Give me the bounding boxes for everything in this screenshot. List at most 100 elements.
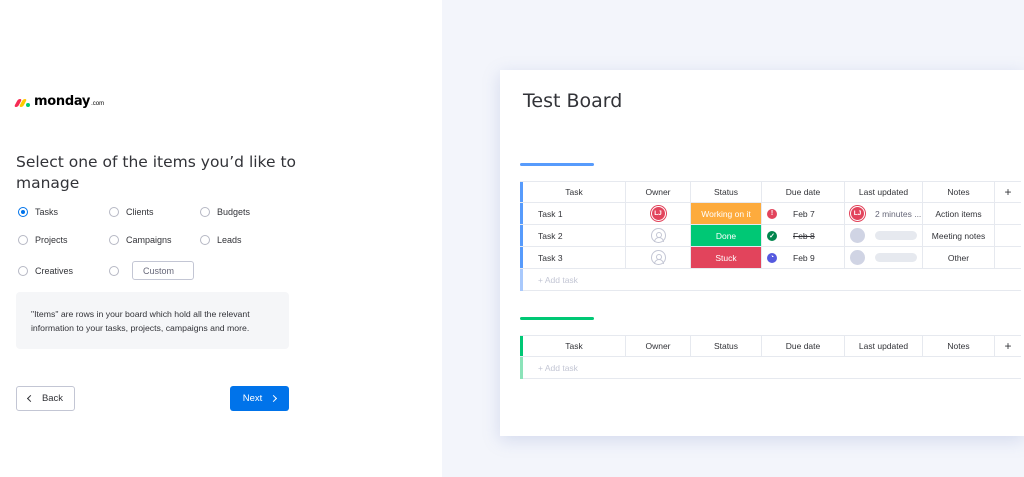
task-name[interactable]: Task 2 (523, 225, 626, 246)
clock-icon: ◔ (767, 252, 777, 263)
last-updated-cell (845, 247, 923, 268)
owner-cell[interactable] (626, 247, 691, 268)
last-updated-cell: LJ 2 minutes ... (845, 203, 923, 224)
due-date: Feb 8 (793, 230, 815, 241)
option-creatives[interactable]: Creatives (18, 266, 73, 276)
col-header-notes: Notes (923, 336, 995, 356)
due-date-cell[interactable]: ! Feb 7 (762, 203, 845, 224)
option-label: Leads (217, 235, 242, 245)
avatar: LJ (650, 206, 666, 221)
option-label: Campaigns (126, 235, 172, 245)
radio-icon[interactable] (18, 235, 28, 245)
option-custom[interactable]: Custom (109, 261, 194, 280)
back-button[interactable]: Back (16, 386, 75, 411)
option-label: Budgets (217, 207, 251, 217)
table-header: Task Owner Status Due date Last updated … (520, 335, 1021, 357)
status-cell[interactable]: Working on it (691, 203, 762, 224)
due-date-cell[interactable]: ◔ Feb 9 (762, 247, 845, 268)
avatar: LJ (850, 206, 865, 221)
option-label: Creatives (35, 266, 74, 276)
table-row[interactable]: Task 1 LJ Working on it ! Feb 7 LJ 2 min… (520, 203, 1021, 225)
option-budgets[interactable]: Budgets (200, 207, 250, 217)
person-placeholder-icon (650, 228, 666, 243)
option-projects[interactable]: Projects (18, 235, 68, 245)
option-label: Clients (126, 207, 154, 217)
radio-selected-icon[interactable] (18, 207, 28, 217)
col-header-updated: Last updated (845, 336, 923, 356)
radio-icon[interactable] (200, 235, 210, 245)
status-cell[interactable]: Done (691, 225, 762, 246)
col-header-status: Status (691, 182, 762, 202)
status-cell[interactable]: Stuck (691, 247, 762, 268)
add-column-button[interactable]: + (995, 336, 1021, 356)
board-preview: Test Board Task Owner Status Due date La… (500, 70, 1024, 436)
option-clients[interactable]: Clients (109, 207, 154, 217)
group-table: Task Owner Status Due date Last updated … (520, 181, 1021, 291)
table-row[interactable]: Task 2 Done ✓ Feb 8 Meeting notes (520, 225, 1021, 247)
alert-icon: ! (767, 208, 777, 219)
status-badge: Stuck (691, 247, 761, 268)
text-placeholder (875, 253, 917, 262)
notes-cell[interactable]: Action items (923, 203, 995, 224)
row-filler (995, 203, 1021, 224)
chevron-right-icon (270, 394, 278, 403)
radio-icon[interactable] (109, 235, 119, 245)
monday-logo-icon (13, 97, 32, 107)
board-title: Test Board (523, 90, 623, 112)
logo-suffix: .com (91, 100, 105, 107)
option-leads[interactable]: Leads (200, 235, 242, 245)
option-tasks[interactable]: Tasks (18, 207, 58, 217)
text-placeholder (875, 231, 917, 240)
option-label: Projects (35, 235, 68, 245)
option-label: Tasks (35, 207, 59, 217)
add-task-input[interactable]: + Add task (523, 269, 626, 291)
owner-cell[interactable] (626, 225, 691, 246)
check-icon: ✓ (767, 230, 777, 241)
onboarding-panel: monday .com Select one of the items you’… (0, 0, 442, 477)
radio-icon[interactable] (109, 207, 119, 217)
updated-text: 2 minutes ... (875, 208, 922, 219)
col-header-updated: Last updated (845, 182, 923, 202)
next-label: Next (242, 393, 263, 404)
monday-logo: monday .com (13, 94, 105, 109)
add-task-row[interactable]: + Add task (520, 269, 1021, 291)
custom-item-input[interactable]: Custom (132, 261, 194, 280)
radio-icon[interactable] (109, 265, 119, 276)
add-task-row[interactable]: + Add task (520, 357, 1021, 379)
table-row[interactable]: Task 3 Stuck ◔ Feb 9 Other (520, 247, 1021, 269)
avatar-placeholder (850, 228, 865, 243)
col-header-due: Due date (762, 182, 845, 202)
radio-icon[interactable] (18, 266, 28, 276)
row-filler (995, 247, 1021, 268)
col-header-owner: Owner (626, 182, 691, 202)
chevron-left-icon (26, 394, 34, 403)
status-badge: Done (691, 225, 761, 246)
row-filler (995, 225, 1021, 246)
table-header: Task Owner Status Due date Last updated … (520, 181, 1021, 203)
next-button[interactable]: Next (230, 386, 289, 411)
due-date: Feb 9 (793, 252, 815, 263)
notes-cell[interactable]: Meeting notes (923, 225, 995, 246)
logo-text: monday (34, 94, 91, 109)
back-label: Back (41, 393, 64, 404)
info-box: "Items" are rows in your board which hol… (16, 292, 289, 349)
group-color-bar (520, 163, 594, 166)
col-header-due: Due date (762, 336, 845, 356)
task-name[interactable]: Task 1 (523, 203, 626, 224)
option-campaigns[interactable]: Campaigns (109, 235, 172, 245)
task-name[interactable]: Task 3 (523, 247, 626, 268)
radio-icon[interactable] (200, 207, 210, 217)
col-header-owner: Owner (626, 336, 691, 356)
col-header-status: Status (691, 336, 762, 356)
col-header-task: Task (523, 336, 626, 356)
add-task-input[interactable]: + Add task (523, 357, 626, 379)
status-badge: Working on it (691, 203, 761, 224)
due-date-cell[interactable]: ✓ Feb 8 (762, 225, 845, 246)
group-color-bar (520, 317, 594, 320)
group-table: Task Owner Status Due date Last updated … (520, 335, 1021, 379)
person-placeholder-icon (650, 250, 666, 265)
notes-cell[interactable]: Other (923, 247, 995, 268)
due-date: Feb 7 (793, 208, 815, 219)
add-column-button[interactable]: + (995, 182, 1021, 202)
owner-cell[interactable]: LJ (626, 203, 691, 224)
